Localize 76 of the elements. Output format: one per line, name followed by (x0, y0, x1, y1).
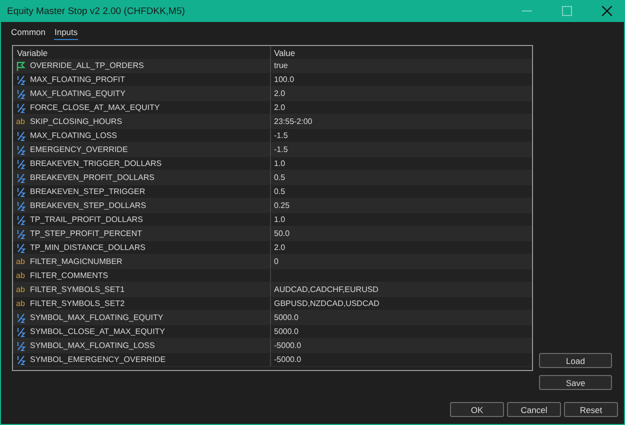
load-button[interactable]: Load (539, 353, 612, 368)
value-cell[interactable]: -1.5 (274, 145, 288, 154)
close-icon[interactable] (602, 6, 612, 16)
variable-name: SYMBOL_EMERGENCY_OVERRIDE (30, 355, 166, 364)
value-cell[interactable]: 0 (274, 257, 278, 266)
value-cell[interactable]: 50.0 (274, 229, 290, 238)
variable-name: SKIP_CLOSING_HOURS (30, 117, 122, 126)
fraction-icon (16, 312, 26, 322)
text-type-icon: ab (16, 257, 26, 266)
fraction-icon (16, 102, 26, 112)
value-cell[interactable]: AUDCAD,CADCHF,EURUSD (274, 285, 378, 294)
value-cell[interactable]: 100.0 (274, 75, 294, 84)
fraction-icon (16, 242, 26, 252)
text-type-icon: ab (16, 285, 26, 294)
variable-name: TP_STEP_PROFIT_PERCENT (30, 229, 142, 238)
fraction-icon (16, 340, 26, 350)
fraction-icon (16, 144, 26, 154)
value-cell[interactable]: 0.5 (274, 187, 286, 196)
variable-name: BREAKEVEN_STEP_TRIGGER (30, 187, 146, 196)
window-title: Equity Master Stop v2 2.00 (CHFDKK,M5) (7, 6, 186, 16)
value-cell[interactable]: 2.0 (274, 103, 286, 112)
variable-name: SYMBOL_MAX_FLOATING_EQUITY (30, 313, 164, 322)
variable-name: SYMBOL_CLOSE_AT_MAX_EQUITY (30, 327, 166, 336)
value-cell[interactable]: 0.5 (274, 173, 286, 182)
value-cell[interactable]: true (274, 61, 288, 70)
variable-name: TP_TRAIL_PROFIT_DOLLARS (30, 215, 143, 224)
fraction-icon (16, 228, 26, 238)
text-type-icon: ab (16, 117, 26, 126)
variable-name: BREAKEVEN_STEP_DOLLARS (30, 201, 146, 210)
value-cell[interactable]: 2.0 (274, 243, 286, 252)
value-cell[interactable]: -5000.0 (274, 355, 302, 364)
fraction-icon (16, 74, 26, 84)
dialog-button[interactable]: OK (450, 402, 504, 417)
variable-name: FORCE_CLOSE_AT_MAX_EQUITY (30, 103, 160, 112)
dialog-button[interactable]: Reset (564, 402, 618, 417)
variable-name: SYMBOL_MAX_FLOATING_LOSS (30, 341, 155, 350)
variable-name: FILTER_SYMBOLS_SET2 (30, 299, 125, 308)
column-header: Value (273, 48, 296, 58)
value-cell[interactable]: 0.25 (274, 201, 290, 210)
fraction-icon (16, 326, 26, 336)
text-type-icon: ab (16, 271, 26, 280)
fraction-icon (16, 158, 26, 168)
value-cell[interactable]: 5000.0 (274, 327, 298, 336)
fraction-icon (16, 172, 26, 182)
text-type-icon: ab (16, 299, 26, 308)
variable-name: TP_MIN_DISTANCE_DOLLARS (30, 243, 146, 252)
fraction-icon (16, 354, 26, 364)
value-cell[interactable]: -5000.0 (274, 341, 302, 350)
value-cell[interactable]: 1.0 (274, 159, 286, 168)
value-cell[interactable]: -1.5 (274, 131, 288, 140)
save-button[interactable]: Save (539, 375, 612, 390)
fraction-icon (16, 130, 26, 140)
variable-name: FILTER_COMMENTS (30, 271, 108, 280)
value-cell[interactable]: 23:55-2:00 (274, 117, 312, 126)
variable-name: FILTER_SYMBOLS_SET1 (30, 285, 125, 294)
variable-name: BREAKEVEN_PROFIT_DOLLARS (30, 173, 154, 182)
tab[interactable]: Inputs (54, 27, 78, 40)
dialog-button[interactable]: Cancel (507, 402, 561, 417)
fraction-icon (16, 186, 26, 196)
value-cell[interactable]: 5000.0 (274, 313, 298, 322)
flag-icon (16, 60, 26, 70)
tab[interactable]: Common (11, 27, 46, 39)
variable-name: EMERGENCY_OVERRIDE (30, 145, 128, 154)
variable-name: MAX_FLOATING_PROFIT (30, 75, 125, 84)
value-cell[interactable]: GBPUSD,NZDCAD,USDCAD (274, 299, 380, 308)
variable-name: MAX_FLOATING_EQUITY (30, 89, 126, 98)
variable-name: BREAKEVEN_TRIGGER_DOLLARS (30, 159, 162, 168)
variable-name: OVERRIDE_ALL_TP_ORDERS (30, 61, 144, 70)
value-cell[interactable]: 2.0 (274, 89, 286, 98)
value-cell[interactable]: 1.0 (274, 215, 286, 224)
variable-name: MAX_FLOATING_LOSS (30, 131, 117, 140)
fraction-icon (16, 200, 26, 210)
fraction-icon (16, 88, 26, 98)
fraction-icon (16, 214, 26, 224)
variable-name: FILTER_MAGICNUMBER (30, 257, 122, 266)
maximize-icon[interactable] (562, 6, 572, 16)
